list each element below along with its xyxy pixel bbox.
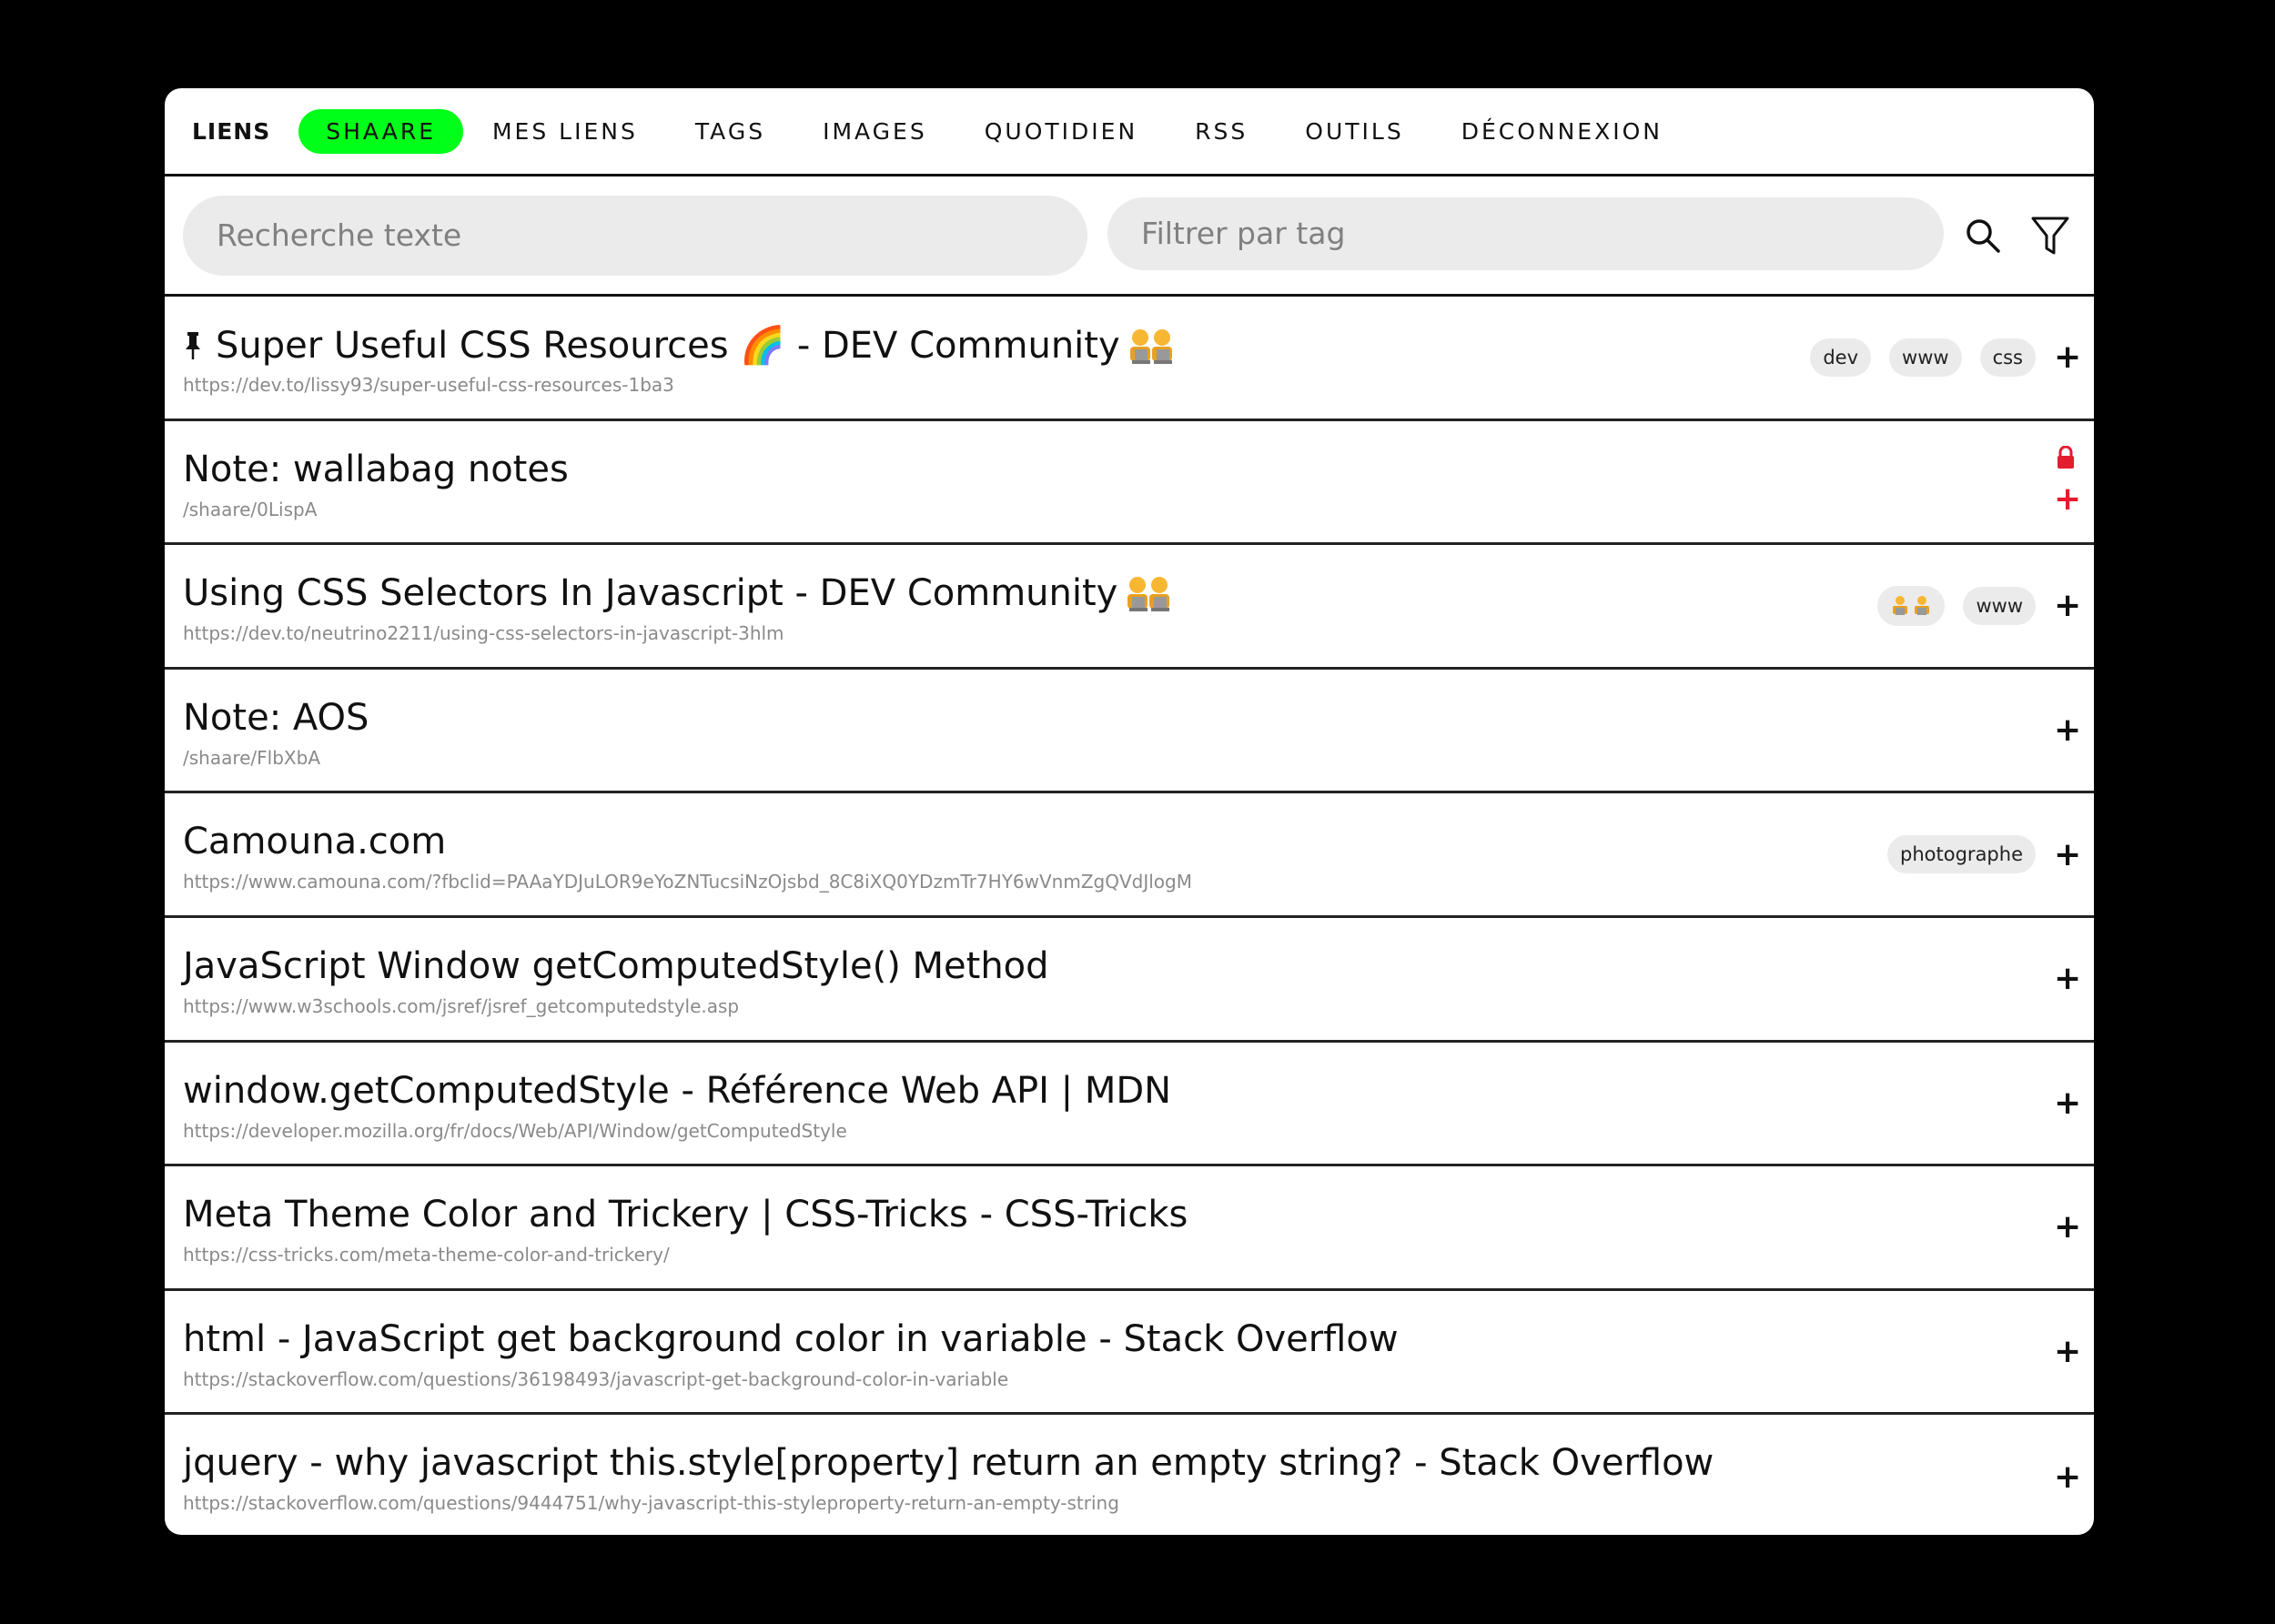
link-url[interactable]: https://www.w3schools.com/jsref/jsref_ge…: [183, 995, 739, 1017]
expand-plus-icon[interactable]: +: [2054, 1084, 2081, 1122]
link-title[interactable]: html - JavaScript get background color i…: [183, 1318, 1399, 1360]
item-actions: +: [2054, 918, 2081, 1040]
link-title[interactable]: Using CSS Selectors In Javascript - DEV …: [183, 572, 1170, 614]
item-actions: +: [2054, 1291, 2081, 1413]
list-item: Camouna.com https://www.camouna.com/?fbc…: [165, 793, 2094, 918]
technologist-icon: [1893, 595, 1930, 615]
item-actions: +: [2054, 1415, 2081, 1535]
list-item: Super Useful CSS Resources 🌈 - DEV Commu…: [165, 297, 2094, 421]
link-url[interactable]: https://css-tricks.com/meta-theme-color-…: [183, 1244, 670, 1266]
nav-item-rss[interactable]: RSS: [1195, 118, 1248, 145]
app-window: LIENS SHAARE MES LIENS TAGS IMAGES QUOTI…: [165, 88, 2094, 1535]
link-title[interactable]: Meta Theme Color and Trickery | CSS-Tric…: [183, 1194, 1188, 1236]
link-url[interactable]: https://dev.to/neutrino2211/using-css-se…: [183, 622, 784, 644]
expand-plus-icon[interactable]: +: [2054, 1333, 2081, 1370]
link-url[interactable]: /shaare/0LispA: [183, 499, 317, 520]
link-url[interactable]: https://stackoverflow.com/questions/9444…: [183, 1492, 1119, 1514]
expand-plus-icon[interactable]: +: [2054, 1458, 2081, 1496]
link-list: Super Useful CSS Resources 🌈 - DEV Commu…: [165, 297, 2094, 1535]
list-item: html - JavaScript get background color i…: [165, 1291, 2094, 1416]
list-item: JavaScript Window getComputedStyle() Met…: [165, 918, 2094, 1043]
expand-plus-icon[interactable]: +: [2054, 960, 2081, 997]
item-actions: +: [2054, 421, 2081, 543]
item-actions: +: [2054, 670, 2081, 792]
expand-plus-icon[interactable]: +: [2054, 836, 2081, 873]
tag-css[interactable]: css: [1979, 338, 2036, 377]
link-title[interactable]: Note: AOS: [183, 697, 369, 739]
link-url[interactable]: https://www.camouna.com/?fbclid=PAAaYDJu…: [183, 871, 1192, 893]
nav-brand[interactable]: LIENS: [192, 118, 270, 145]
link-title[interactable]: window.getComputedStyle - Référence Web …: [183, 1070, 1171, 1112]
item-actions: www +: [1877, 545, 2081, 667]
link-title-text: Super Useful CSS Resources 🌈 - DEV Commu…: [216, 325, 1120, 367]
link-title[interactable]: jquery - why javascript this.style[prope…: [183, 1442, 1714, 1484]
nav-item-tags[interactable]: TAGS: [695, 118, 765, 145]
list-item: window.getComputedStyle - Référence Web …: [165, 1043, 2094, 1167]
list-item: Meta Theme Color and Trickery | CSS-Tric…: [165, 1166, 2094, 1291]
link-title-text: Using CSS Selectors In Javascript - DEV …: [183, 572, 1118, 615]
nav-item-quotidien[interactable]: QUOTIDIEN: [985, 118, 1138, 145]
tag-www[interactable]: www: [1889, 338, 1962, 377]
link-title[interactable]: Note: wallabag notes: [183, 449, 569, 490]
lock-icon: [2056, 445, 2076, 473]
tag-www[interactable]: www: [1963, 586, 2036, 625]
item-actions: photographe +: [1887, 793, 2081, 915]
list-item: jquery - why javascript this.style[prope…: [165, 1415, 2094, 1535]
pin-icon: [183, 330, 203, 361]
tag-technologist-emoji[interactable]: [1877, 585, 1946, 626]
link-url[interactable]: https://stackoverflow.com/questions/3619…: [183, 1368, 1008, 1390]
technologist-icon: [1129, 326, 1173, 366]
technologist-icon: [1127, 573, 1170, 613]
item-actions: +: [2054, 1043, 2081, 1165]
private-actions: +: [2054, 445, 2081, 518]
filter-icon[interactable]: [2027, 213, 2073, 258]
list-item: Note: wallabag notes /shaare/0LispA +: [165, 421, 2094, 546]
nav-item-shaare[interactable]: SHAARE: [298, 108, 463, 154]
top-nav: LIENS SHAARE MES LIENS TAGS IMAGES QUOTI…: [165, 88, 2094, 177]
item-actions: +: [2054, 1166, 2081, 1288]
nav-item-deconnexion[interactable]: DÉCONNEXION: [1461, 118, 1663, 145]
link-title[interactable]: JavaScript Window getComputedStyle() Met…: [183, 945, 1049, 987]
nav-item-images[interactable]: IMAGES: [823, 118, 927, 145]
expand-plus-icon[interactable]: +: [2054, 338, 2081, 376]
search-icon[interactable]: [1960, 213, 2006, 258]
link-title[interactable]: Super Useful CSS Resources 🌈 - DEV Commu…: [183, 324, 1173, 367]
tag-filter-input[interactable]: [1107, 197, 1944, 270]
list-item: Using CSS Selectors In Javascript - DEV …: [165, 545, 2094, 670]
nav-item-outils[interactable]: OUTILS: [1305, 118, 1403, 145]
search-text-input[interactable]: [183, 195, 1087, 276]
link-url[interactable]: /shaare/FlbXbA: [183, 747, 320, 769]
expand-plus-icon[interactable]: +: [2054, 587, 2081, 624]
link-title[interactable]: Camouna.com: [183, 821, 446, 862]
item-actions: dev www css +: [1810, 297, 2081, 419]
nav-item-mes-liens[interactable]: MES LIENS: [492, 118, 638, 145]
expand-plus-icon[interactable]: +: [2054, 480, 2081, 518]
link-url[interactable]: https://dev.to/lissy93/super-useful-css-…: [183, 374, 674, 396]
link-url[interactable]: https://developer.mozilla.org/fr/docs/We…: [183, 1120, 847, 1142]
search-bar: [165, 177, 2094, 297]
expand-plus-icon[interactable]: +: [2054, 711, 2081, 749]
expand-plus-icon[interactable]: +: [2054, 1208, 2081, 1246]
tag-photographe[interactable]: photographe: [1887, 835, 2036, 874]
tag-dev[interactable]: dev: [1810, 338, 1872, 377]
list-item: Note: AOS /shaare/FlbXbA +: [165, 670, 2094, 794]
